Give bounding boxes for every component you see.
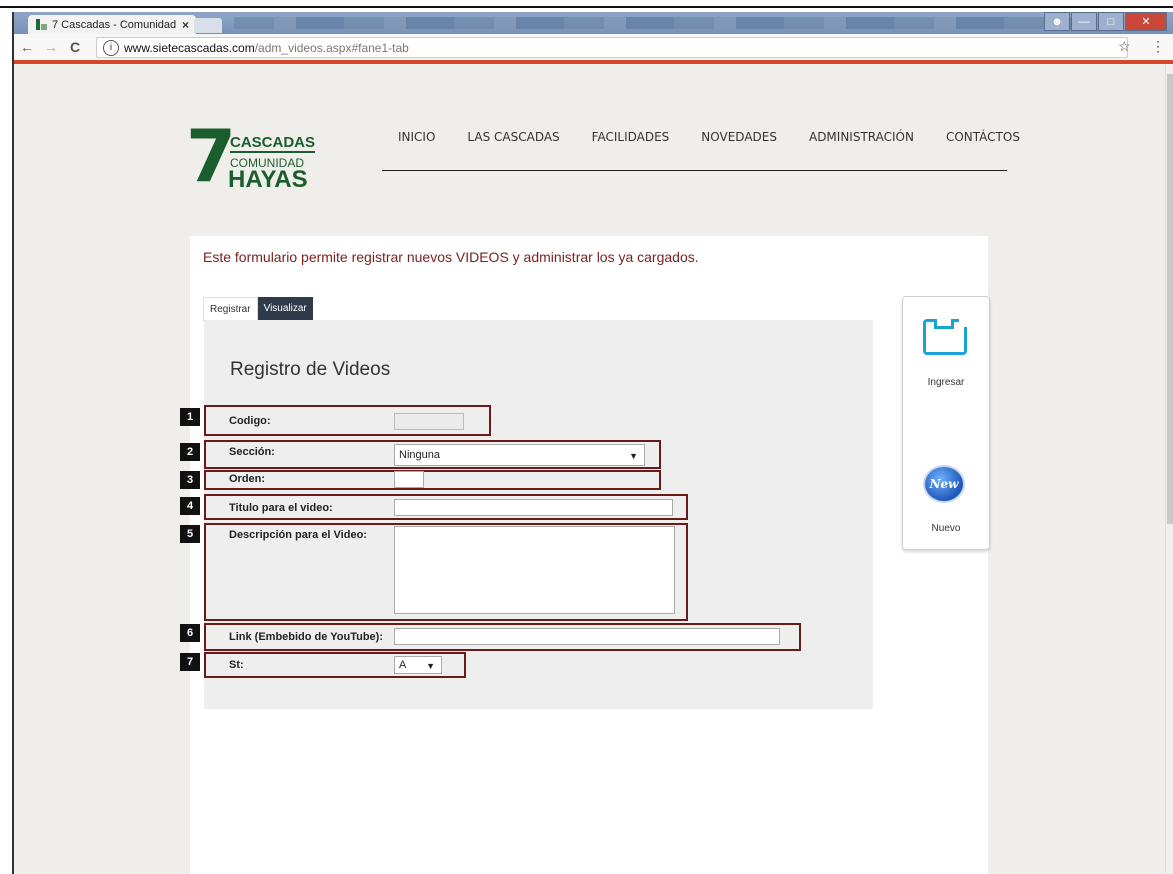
url-path: /adm_videos.aspx#fane1-tab [254, 40, 409, 55]
nav-facilidades[interactable]: FACILIDADES [592, 130, 670, 144]
orden-input[interactable] [394, 471, 424, 488]
browser-menu-icon[interactable]: ⋮ [1151, 38, 1165, 55]
highlight-box-orden [204, 470, 661, 490]
marker-7: 7 [180, 653, 200, 671]
intro-text: Este formulario permite registrar nuevos… [203, 249, 699, 265]
link-input[interactable] [394, 628, 780, 645]
logo-line-cascadas: CASCADAS [230, 134, 316, 153]
back-icon[interactable]: ← [20, 39, 34, 55]
url-field[interactable]: i www.sietecascadas.com/adm_videos.aspx#… [96, 37, 1128, 58]
st-select[interactable]: A ▼ [394, 656, 442, 674]
orden-label: Orden: [229, 473, 266, 485]
link-label: Link (Embebido de YouTube): [229, 631, 383, 643]
descripcion-textarea[interactable] [394, 526, 675, 614]
bookmark-star-icon[interactable]: ☆ [1118, 38, 1131, 55]
marker-6: 6 [180, 624, 200, 642]
marker-4: 4 [180, 497, 200, 515]
tab-title: 7 Cascadas - Comunidad [52, 18, 177, 31]
tab-visualizar[interactable]: Visualizar [257, 297, 313, 321]
seccion-select[interactable]: Ninguna ▼ [394, 444, 645, 466]
marker-5: 5 [180, 525, 200, 543]
codigo-label: Codigo: [229, 415, 271, 427]
nav-administracion[interactable]: ADMINISTRACIÓN [809, 130, 914, 144]
titulo-input[interactable] [394, 499, 673, 516]
save-icon[interactable] [923, 319, 967, 355]
new-tab-button[interactable] [194, 18, 222, 33]
scrollbar-thumb[interactable] [1167, 74, 1173, 524]
action-panel: Ingresar New Nuevo [902, 296, 990, 550]
marker-1: 1 [180, 408, 200, 426]
tab-registrar[interactable]: Registrar [203, 297, 258, 321]
seccion-selected-value: Ninguna [399, 449, 440, 461]
chevron-down-icon: ▼ [629, 451, 638, 461]
chevron-down-icon: ▼ [426, 661, 435, 671]
titulo-label: Titulo para el video: [229, 502, 333, 514]
descripcion-label: Descripción para el Video: [229, 529, 367, 541]
nuevo-label[interactable]: Nuevo [903, 523, 989, 534]
profile-icon[interactable]: ☻ [1044, 12, 1070, 31]
codigo-field [394, 413, 464, 430]
form-tabs: Registrar Visualizar [203, 297, 313, 321]
url-host: www.sietecascadas.com [124, 40, 255, 55]
browser-tab[interactable]: 7 Cascadas - Comunidad × [28, 15, 196, 34]
logo-line-hayas: HAYAS [228, 166, 308, 193]
st-selected-value: A [399, 659, 407, 671]
site-favicon-icon [36, 19, 48, 30]
nav-underline [382, 170, 1007, 171]
address-bar-row: ← → C i www.sietecascadas.com/adm_videos… [14, 34, 1173, 61]
ingresar-label[interactable]: Ingresar [903, 377, 989, 388]
marker-2: 2 [180, 443, 200, 461]
minimize-icon[interactable]: — [1071, 12, 1097, 31]
site-info-icon[interactable]: i [103, 39, 119, 56]
main-nav: INICIO LAS CASCADAS FACILIDADES NOVEDADE… [372, 130, 1020, 144]
top-edge-line [0, 6, 1173, 8]
nav-novedades[interactable]: NOVEDADES [701, 130, 777, 144]
form-title: Registro de Videos [230, 359, 391, 380]
marker-3: 3 [180, 471, 200, 489]
window-close-icon[interactable]: ✕ [1125, 12, 1167, 31]
st-label: St: [229, 659, 244, 671]
nav-las-cascadas[interactable]: LAS CASCADAS [467, 130, 559, 144]
window-controls: ☻ — □ ✕ [1043, 12, 1167, 31]
reload-icon[interactable]: C [70, 39, 80, 55]
background-tabs [234, 17, 1074, 29]
seccion-label: Sección: [229, 446, 275, 458]
forward-icon[interactable]: → [44, 39, 58, 55]
site-logo[interactable]: 7 CASCADAS COMUNIDAD HAYAS [186, 120, 316, 193]
new-icon[interactable]: New [923, 465, 965, 503]
nav-contactos[interactable]: CONTÁCTOS [946, 130, 1020, 144]
scrollbar[interactable] [1165, 64, 1173, 874]
nav-inicio[interactable]: INICIO [398, 130, 435, 144]
maximize-icon[interactable]: □ [1098, 12, 1124, 31]
new-icon-text: New [929, 477, 959, 491]
tab-strip: 7 Cascadas - Comunidad × ☻ — □ ✕ [14, 12, 1173, 34]
